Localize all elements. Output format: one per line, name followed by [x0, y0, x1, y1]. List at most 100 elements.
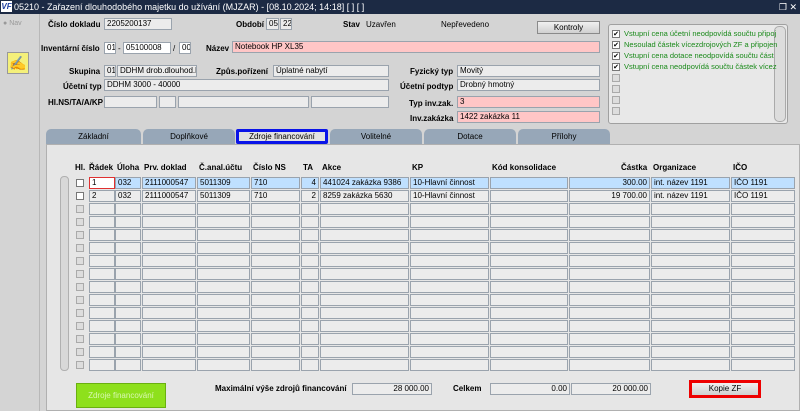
grid-cell[interactable]	[490, 281, 568, 293]
grid-cell[interactable]	[410, 229, 489, 241]
grid-cell[interactable]	[197, 203, 250, 215]
grid-scrollbar[interactable]	[60, 176, 69, 371]
tab-3[interactable]: Volitelné	[330, 129, 422, 144]
grid-cell[interactable]	[651, 333, 730, 345]
grid-cell[interactable]	[410, 281, 489, 293]
row-hl-checkbox[interactable]	[76, 205, 84, 213]
grid-cell[interactable]	[251, 242, 300, 254]
row-hl-checkbox[interactable]	[76, 348, 84, 356]
tab-0[interactable]: Základní	[46, 129, 141, 144]
close-icon[interactable]: ✕	[789, 2, 797, 12]
grid-cell[interactable]: 2	[301, 190, 319, 202]
ucetni-typ-field[interactable]: DDHM 3000 - 40000	[104, 79, 389, 91]
row-hl-checkbox[interactable]	[76, 270, 84, 278]
grid-cell[interactable]	[301, 307, 319, 319]
grid-cell[interactable]	[197, 242, 250, 254]
nazev-field[interactable]: Notebook HP XL35	[232, 41, 600, 53]
grid-cell[interactable]	[569, 255, 650, 267]
grid-cell[interactable]	[89, 294, 115, 306]
grid-cell[interactable]	[251, 320, 300, 332]
grid-cell[interactable]	[731, 307, 795, 319]
grid-cell[interactable]: 2111000547	[142, 177, 196, 189]
grid-cell[interactable]	[115, 307, 141, 319]
grid-cell[interactable]	[197, 346, 250, 358]
grid-cell[interactable]	[569, 333, 650, 345]
grid-cell[interactable]	[410, 268, 489, 280]
grid-cell[interactable]	[731, 294, 795, 306]
grid-cell[interactable]: int. název 1191	[651, 190, 730, 202]
hlns-field-1[interactable]	[104, 96, 157, 108]
zdroje-financovani-button[interactable]: Zdroje financování	[76, 383, 166, 408]
grid-cell[interactable]	[731, 333, 795, 345]
grid-cell[interactable]	[651, 294, 730, 306]
restore-icon[interactable]: ❐	[779, 2, 787, 12]
grid-cell[interactable]	[569, 242, 650, 254]
podtyp-field[interactable]: Drobný hmotný	[457, 79, 600, 91]
grid-cell[interactable]	[410, 294, 489, 306]
grid-cell[interactable]	[301, 359, 319, 371]
typinv-field[interactable]: 3	[457, 96, 600, 108]
grid-cell[interactable]	[651, 216, 730, 228]
grid-cell[interactable]: 441024 zakázka 9386	[320, 177, 409, 189]
grid-cell[interactable]	[142, 294, 196, 306]
hlns-field-4[interactable]	[311, 96, 389, 108]
grid-cell[interactable]	[320, 242, 409, 254]
nav-button[interactable]: ● Nav	[3, 20, 22, 27]
skupina-kod[interactable]: 01	[104, 65, 116, 77]
grid-cell[interactable]	[569, 203, 650, 215]
grid-cell[interactable]	[490, 294, 568, 306]
grid-cell[interactable]: 710	[251, 190, 300, 202]
grid-cell[interactable]	[569, 294, 650, 306]
grid-cell[interactable]	[569, 216, 650, 228]
grid-cell[interactable]	[89, 255, 115, 267]
kontrola-checkbox[interactable]: ✔	[612, 52, 620, 60]
grid-cell[interactable]	[197, 216, 250, 228]
grid-cell[interactable]	[569, 268, 650, 280]
grid-cell[interactable]	[651, 203, 730, 215]
grid-cell[interactable]	[142, 333, 196, 345]
grid-cell[interactable]	[410, 307, 489, 319]
tab-4[interactable]: Dotace	[424, 129, 516, 144]
grid-cell[interactable]	[731, 268, 795, 280]
grid-cell[interactable]	[142, 320, 196, 332]
kontroly-button[interactable]: Kontroly	[537, 21, 600, 34]
grid-cell[interactable]	[731, 203, 795, 215]
grid-cell[interactable]	[197, 268, 250, 280]
grid-cell[interactable]	[197, 333, 250, 345]
grid-cell[interactable]	[731, 229, 795, 241]
grid-cell[interactable]	[115, 359, 141, 371]
grid-cell[interactable]	[490, 320, 568, 332]
grid-cell[interactable]: 8259 zakázka 5630	[320, 190, 409, 202]
grid-cell[interactable]	[320, 203, 409, 215]
grid-cell[interactable]	[410, 320, 489, 332]
inv-b-field[interactable]: 05100008	[123, 42, 171, 54]
grid-cell[interactable]	[89, 268, 115, 280]
grid-cell[interactable]	[301, 281, 319, 293]
grid-cell[interactable]	[251, 333, 300, 345]
grid-cell[interactable]	[320, 359, 409, 371]
grid-cell[interactable]	[569, 307, 650, 319]
grid-cell[interactable]	[731, 346, 795, 358]
grid-cell[interactable]	[197, 294, 250, 306]
tab-2[interactable]: Zdroje financování	[236, 129, 328, 144]
grid-cell[interactable]: IČO 1191	[731, 177, 795, 189]
grid-cell[interactable]	[651, 346, 730, 358]
grid-cell[interactable]	[301, 216, 319, 228]
grid-cell[interactable]	[89, 346, 115, 358]
grid-cell[interactable]	[410, 216, 489, 228]
row-hl-checkbox[interactable]	[76, 296, 84, 304]
grid-cell[interactable]	[410, 359, 489, 371]
row-hl-checkbox[interactable]	[76, 257, 84, 265]
grid-cell[interactable]	[490, 177, 568, 189]
kontrola-checkbox[interactable]: ✔	[612, 30, 620, 38]
invzak-field[interactable]: 1422 zakázka 11	[457, 111, 600, 123]
row-hl-checkbox[interactable]	[76, 309, 84, 317]
celkem-field-2[interactable]: 20 000.00	[571, 383, 651, 395]
grid-cell[interactable]: 032	[115, 177, 141, 189]
grid-cell[interactable]	[89, 242, 115, 254]
grid-cell[interactable]	[490, 242, 568, 254]
grid-cell[interactable]	[142, 307, 196, 319]
fyz-field[interactable]: Movitý	[457, 65, 600, 77]
grid-cell[interactable]: 10-Hlavní činnost	[410, 177, 489, 189]
grid-cell[interactable]	[569, 281, 650, 293]
